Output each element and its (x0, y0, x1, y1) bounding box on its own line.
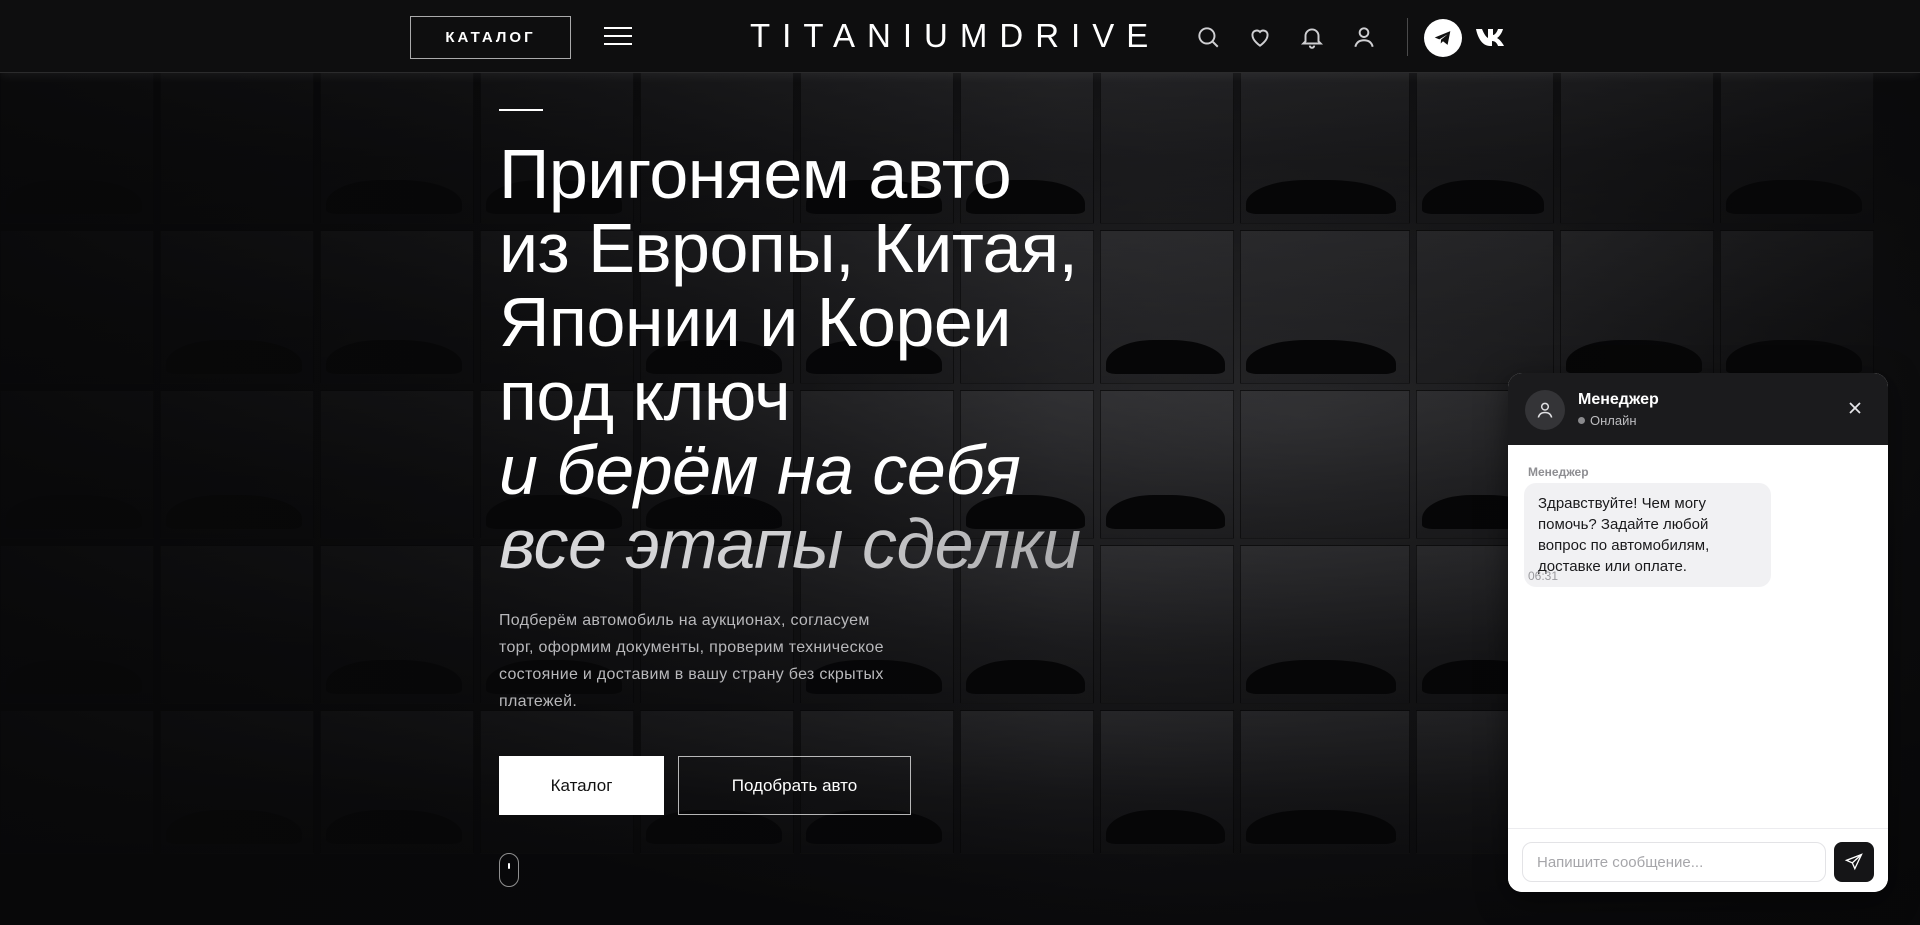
chat-manager-name: Менеджер (1578, 391, 1659, 408)
scroll-indicator-icon[interactable] (499, 853, 519, 887)
close-icon[interactable] (1846, 399, 1864, 417)
hero-title-italic-line: все этапы сделки (499, 507, 1219, 581)
hero-title-line: Японии и Кореи (499, 283, 1011, 361)
message-bubble: Здравствуйте! Чем могу помочь? Задайте л… (1524, 483, 1771, 587)
status-dot-icon (1578, 417, 1585, 424)
catalog-button[interactable]: Каталог (499, 756, 664, 815)
bell-icon[interactable] (1299, 24, 1325, 50)
chat-header: Менеджер Онлайн (1508, 373, 1888, 445)
vk-icon[interactable] (1474, 24, 1510, 50)
chat-message-input[interactable] (1522, 842, 1826, 882)
chat-status: Онлайн (1578, 413, 1637, 428)
message-author: Менеджер (1528, 465, 1589, 479)
site-logo[interactable]: TITANIUMDRIVE (750, 16, 1150, 56)
site-header: КАТАЛОГ TITANIUMDRIVE (0, 0, 1920, 73)
hero-title-line: под ключ (499, 357, 791, 435)
pick-car-button[interactable]: Подобрать авто (678, 756, 911, 815)
hero-title-line: Пригоняем авто (499, 135, 1012, 213)
chat-status-label: Онлайн (1590, 413, 1637, 428)
menu-icon[interactable] (604, 27, 632, 47)
message-time: 06:31 (1528, 569, 1559, 583)
hero-title-line: из Европы, Китая, (499, 209, 1078, 287)
hero-title: Пригоняем авто из Европы, Китая, Японии … (499, 137, 1219, 581)
heart-icon[interactable] (1247, 24, 1273, 50)
hero-title-italic-line: и берём на себя (499, 431, 1021, 509)
user-icon[interactable] (1351, 24, 1377, 50)
catalog-nav-button[interactable]: КАТАЛОГ (410, 16, 571, 59)
manager-avatar (1525, 390, 1565, 430)
search-icon[interactable] (1195, 24, 1221, 50)
send-button[interactable] (1834, 842, 1874, 882)
hero-accent-line (499, 109, 543, 111)
send-icon (1844, 853, 1863, 871)
telegram-icon[interactable] (1424, 19, 1462, 57)
header-divider (1407, 18, 1408, 56)
chat-footer (1508, 828, 1888, 892)
hero-subtitle: Подберём автомобиль на аукционах, соглас… (499, 612, 884, 710)
chat-widget: Менеджер Онлайн Менеджер Здравствуйте! Ч… (1508, 373, 1888, 892)
